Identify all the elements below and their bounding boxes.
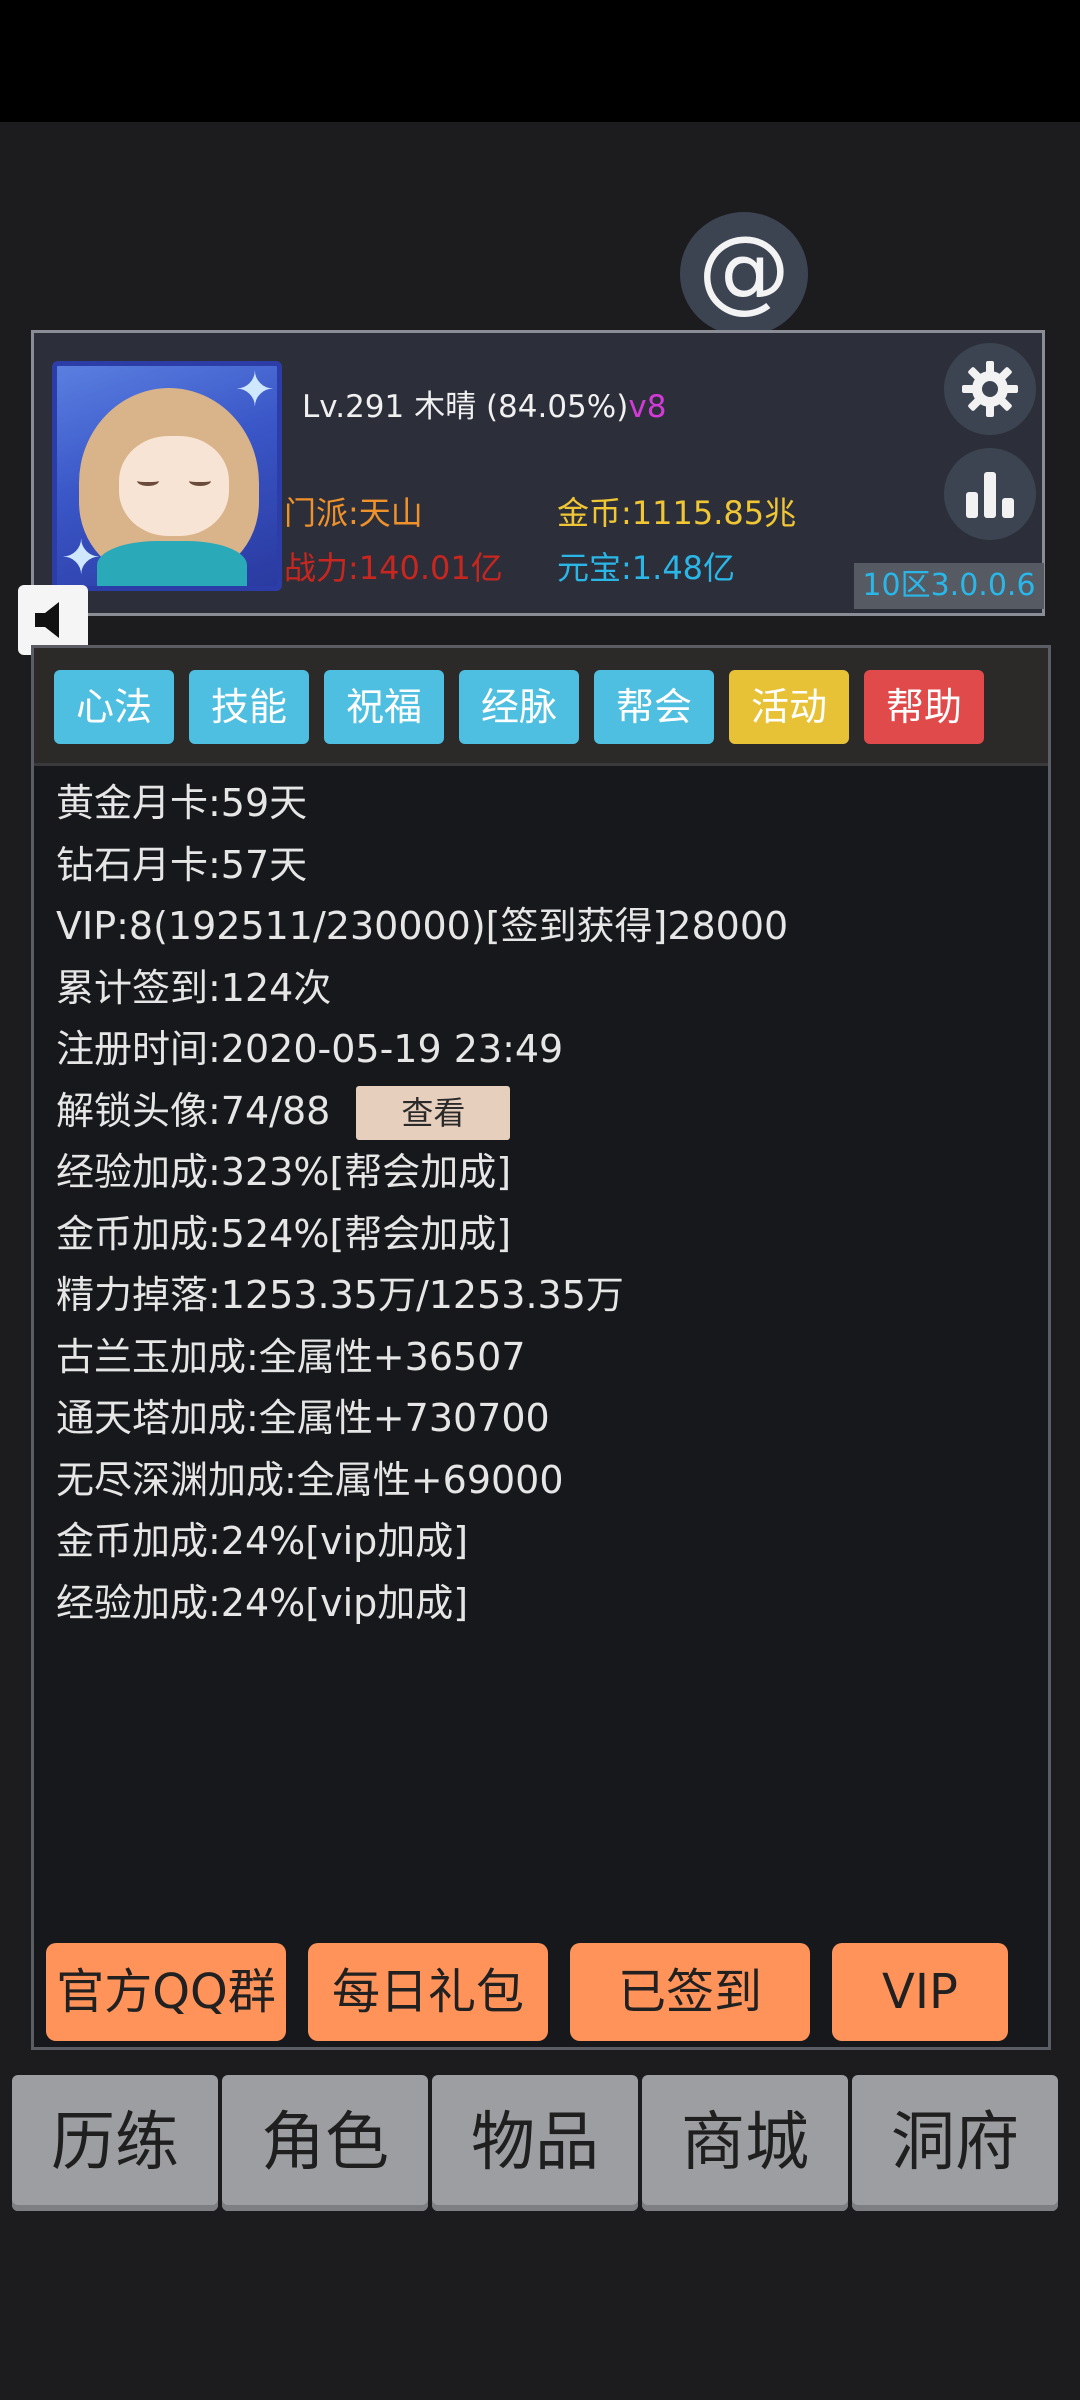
exp-bonus-vip-line: 经验加成:24%[vip加成] <box>56 1580 469 1625</box>
gold-card-line: 黄金月卡:59天 <box>56 781 308 825</box>
vip-button[interactable]: VIP <box>832 1943 1008 2041</box>
signed-in-button[interactable]: 已签到 <box>570 1943 810 2041</box>
view-avatars-button[interactable]: 查看 <box>356 1086 511 1140</box>
exp-bonus-guild-line: 经验加成:323%[帮会加成] <box>56 1150 512 1194</box>
avatar-unlock-line: 解锁头像:74/88 查看 <box>56 1081 1016 1143</box>
gold-bonus-vip-line: 金币加成:24%[vip加成] <box>56 1519 469 1563</box>
tower-bonus-line: 通天塔加成:全属性+730700 <box>56 1396 550 1440</box>
jade-bonus-line: 古兰玉加成:全属性+36507 <box>56 1334 526 1379</box>
diamond-card-line: 钻石月卡:57天 <box>56 842 308 887</box>
tab-bar: 心法 技能 祝福 经脉 帮会 活动 帮助 <box>34 648 1048 766</box>
main-panel: 心法 技能 祝福 经脉 帮会 活动 帮助 黄金月卡:59天 钻石月卡:57天 V… <box>31 645 1051 2050</box>
nav-shop[interactable]: 商城 <box>642 2075 848 2211</box>
speaker-icon <box>35 602 59 638</box>
settings-button[interactable] <box>944 343 1036 435</box>
avatar-unlock-text: 解锁头像:74/88 <box>56 1088 331 1133</box>
at-icon: @ <box>698 216 790 323</box>
gold-label: 金币:1115.85兆 <box>557 494 797 532</box>
vip-badge: v8 <box>628 389 667 425</box>
action-buttons: 官方QQ群 每日礼包 已签到 VIP <box>46 1943 1046 2041</box>
info-list: 黄金月卡:59天 钻石月卡:57天 VIP:8(192511/230000)[签… <box>56 773 1016 1634</box>
energy-drop-line: 精力掉落:1253.35万/1253.35万 <box>56 1273 624 1317</box>
bar-chart-icon <box>966 472 1014 518</box>
at-button[interactable]: @ <box>680 212 808 336</box>
avatar[interactable]: ✦ ✦ <box>52 361 282 591</box>
gear-icon <box>962 361 1018 417</box>
rank-button[interactable] <box>944 448 1036 540</box>
tab-meridians[interactable]: 经脉 <box>459 670 579 744</box>
level-line: Lv.291 木晴 (84.05%)v8 <box>302 381 666 426</box>
tab-blessing[interactable]: 祝福 <box>324 670 444 744</box>
bottom-nav: 历练 角色 物品 商城 洞府 <box>12 2075 1064 2215</box>
abyss-bonus-line: 无尽深渊加成:全属性+69000 <box>56 1457 564 1502</box>
nav-items[interactable]: 物品 <box>432 2075 638 2211</box>
register-time-line: 注册时间:2020-05-19 23:49 <box>56 1027 564 1071</box>
qq-group-button[interactable]: 官方QQ群 <box>46 1943 286 2041</box>
gold-bonus-guild-line: 金币加成:524%[帮会加成] <box>56 1211 512 1256</box>
daily-gift-button[interactable]: 每日礼包 <box>308 1943 548 2041</box>
ingot-label: 元宝:1.48亿 <box>557 549 736 587</box>
star-icon: ✦ <box>234 362 275 418</box>
server-version: 10区3.0.0.6 <box>854 563 1044 609</box>
checkin-count-line: 累计签到:124次 <box>56 965 332 1010</box>
power-label: 战力:140.01亿 <box>284 549 503 587</box>
status-bar <box>0 0 1080 122</box>
tab-guild[interactable]: 帮会 <box>594 670 714 744</box>
profile-panel: ✦ ✦ Lv.291 木晴 (84.05%)v8 门派:天山 金币:1115.8… <box>31 330 1045 616</box>
tab-events[interactable]: 活动 <box>729 670 849 744</box>
tab-heart-method[interactable]: 心法 <box>54 670 174 744</box>
sect-label: 门派:天山 <box>284 494 423 532</box>
star-icon: ✦ <box>61 530 102 586</box>
tab-skills[interactable]: 技能 <box>189 670 309 744</box>
nav-character[interactable]: 角色 <box>222 2075 428 2211</box>
tab-help[interactable]: 帮助 <box>864 670 984 744</box>
vip-progress-line: VIP:8(192511/230000)[签到获得]28000 <box>56 904 789 948</box>
level-text: Lv.291 木晴 (84.05%) <box>302 389 629 425</box>
nav-training[interactable]: 历练 <box>12 2075 218 2211</box>
nav-cave[interactable]: 洞府 <box>852 2075 1058 2211</box>
